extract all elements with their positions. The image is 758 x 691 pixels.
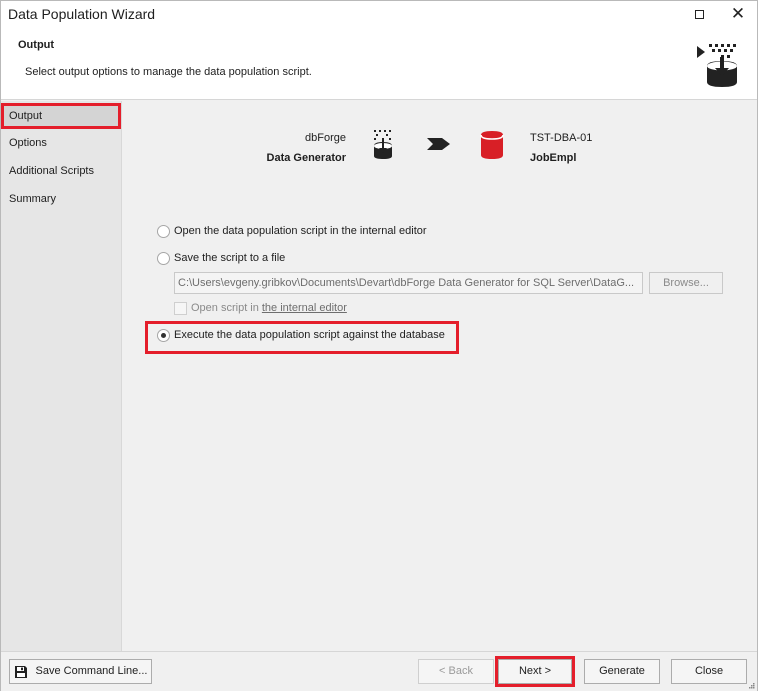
maximize-icon [694, 9, 704, 19]
save-command-line-button[interactable]: Save Command Line... [9, 659, 152, 684]
radio-button[interactable] [157, 224, 170, 238]
sidebar-item-summary[interactable]: Summary [1, 186, 122, 212]
target-database: JobEmpl [530, 152, 577, 164]
wizard-footer: Save Command Line... < Back Next > Gener… [1, 651, 757, 691]
wizard-window: Data Population Wizard ✕ Output Select o… [0, 0, 758, 691]
file-path-field[interactable]: C:\Users\evgeny.gribkov\Documents\Devart… [174, 272, 643, 294]
checkbox[interactable] [174, 301, 187, 315]
page-description: Select output options to manage the data… [25, 66, 312, 78]
generate-button[interactable]: Generate [584, 659, 660, 684]
sidebar-item-label: Output [9, 110, 43, 122]
open-script-option[interactable]: Open script in the internal editor [174, 299, 347, 317]
option-label: Execute the data population script again… [174, 329, 445, 341]
sidebar-item-label: Options [9, 137, 47, 149]
sidebar-item-label: Summary [9, 193, 57, 205]
option-label: Open the data population script in the i… [174, 225, 427, 237]
option-label: Save the script to a file [174, 252, 286, 264]
source-product: Data Generator [266, 152, 346, 164]
maximize-button[interactable] [682, 1, 716, 27]
save-icon [14, 665, 27, 678]
data-population-icon [697, 44, 737, 87]
main-panel: dbForge Data Generator TST-DBA-01 JobEmp… [123, 101, 757, 651]
next-button[interactable]: Next > [495, 656, 575, 687]
sidebar-item-output[interactable]: Output [1, 103, 121, 129]
sidebar-item-options[interactable]: Options [1, 130, 122, 156]
target-server: TST-DBA-01 [530, 132, 593, 144]
source-name: dbForge [305, 132, 346, 144]
option-save-to-file[interactable]: Save the script to a file [157, 249, 285, 267]
resize-grip-icon[interactable] [747, 681, 755, 689]
arrow-right-icon [427, 138, 450, 150]
radio-button-selected[interactable] [157, 328, 170, 342]
close-icon: ✕ [730, 4, 746, 23]
sidebar-item-additional-scripts[interactable]: Additional Scripts [1, 158, 122, 184]
open-script-label: Open script in [191, 302, 259, 314]
option-open-in-editor[interactable]: Open the data population script in the i… [157, 222, 427, 240]
back-button[interactable]: < Back [418, 659, 494, 684]
source-label: dbForge Data Generator [253, 128, 346, 168]
sidebar-item-label: Additional Scripts [9, 165, 94, 177]
wizard-header: Output Select output options to manage t… [1, 28, 757, 100]
database-icon [480, 131, 504, 159]
option-execute-script[interactable]: Execute the data population script again… [157, 326, 445, 344]
close-window-button[interactable]: ✕ [721, 1, 755, 27]
window-title: Data Population Wizard [8, 6, 156, 22]
radio-button[interactable] [157, 251, 170, 265]
data-generator-icon [374, 130, 392, 159]
target-label: TST-DBA-01 JobEmpl [530, 128, 592, 168]
save-command-line-label: Save Command Line... [35, 665, 148, 677]
browse-button[interactable]: Browse... [649, 272, 723, 294]
page-title: Output [18, 39, 55, 51]
wizard-sidebar: Output Options Additional Scripts Summar… [1, 101, 122, 651]
close-button[interactable]: Close [671, 659, 747, 684]
title-bar: Data Population Wizard ✕ [1, 1, 757, 28]
internal-editor-link[interactable]: the internal editor [262, 302, 347, 314]
